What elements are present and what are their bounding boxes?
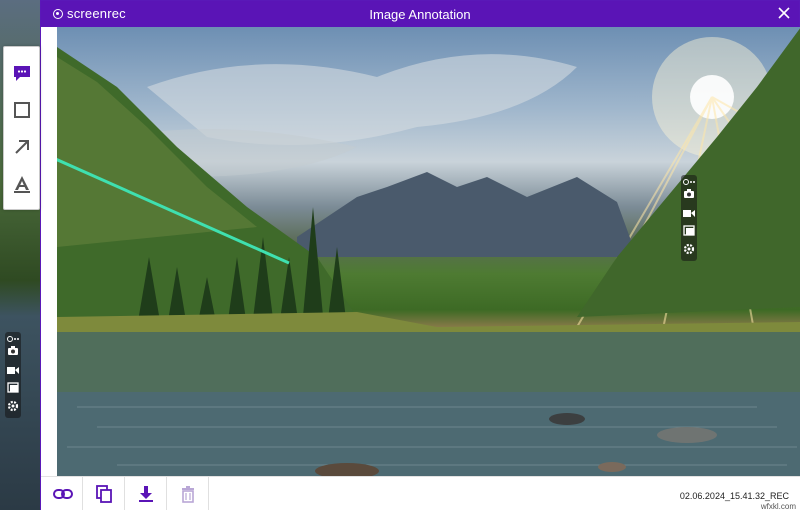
link-icon [53,489,73,499]
image-canvas[interactable] [57,27,800,476]
settings-icon[interactable] [7,400,19,412]
delete-button[interactable] [167,477,209,510]
copy-icon [96,485,112,503]
window-title: Image Annotation [369,7,471,22]
desktop-mini-toolbar [5,332,21,418]
comment-icon[interactable] [11,62,33,84]
video-icon[interactable] [683,208,695,218]
title-bar: screenrec Image Annotation [41,1,799,27]
bottom-action-bar: 02.06.2024_15.41.32_REC [41,476,800,510]
watermark: wfxkl.com [760,502,796,510]
download-button[interactable] [125,477,167,510]
close-icon[interactable] [775,4,793,22]
gallery-icon[interactable] [7,382,19,393]
floating-mini-toolbar [681,175,697,261]
video-icon[interactable] [7,365,19,375]
camera-icon[interactable] [7,345,19,356]
annotation-window: screenrec Image Annotation 02.06.2024_15… [40,0,800,510]
gallery-icon[interactable] [683,225,695,236]
screenshot-indicator-icon [7,336,19,342]
file-name: 02.06.2024_15.41.32_REC [679,491,789,501]
copy-link-button[interactable] [41,477,83,510]
arrow-icon[interactable] [11,136,33,158]
rectangle-icon[interactable] [11,99,33,121]
annotation-tool-panel [3,46,40,210]
copy-button[interactable] [83,477,125,510]
settings-icon[interactable] [683,243,695,255]
download-icon [139,486,153,502]
camera-icon[interactable] [683,188,695,199]
text-icon[interactable] [11,173,33,195]
screenshot-indicator-icon [683,179,695,185]
trash-icon [182,486,194,503]
